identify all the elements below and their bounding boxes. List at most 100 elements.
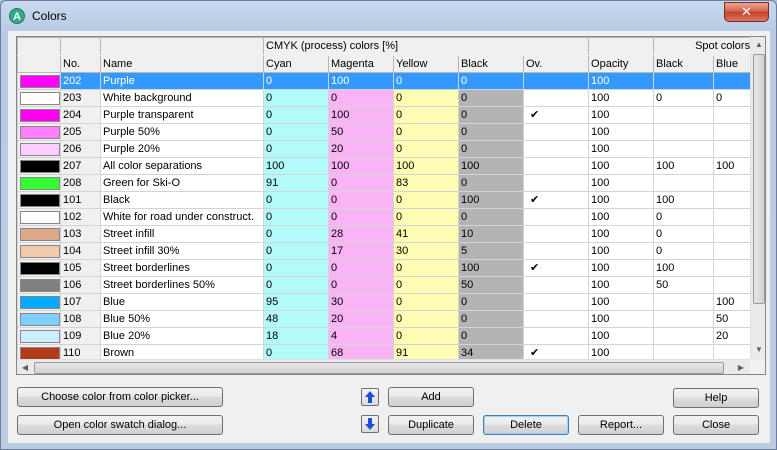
color-name[interactable]: Blue 50% (100, 310, 264, 328)
color-name[interactable]: Green for Ski-O (100, 174, 264, 192)
magenta-value[interactable]: 0 (328, 208, 394, 226)
overprint-check[interactable] (522, 242, 590, 260)
magenta-value[interactable]: 0 (328, 191, 394, 209)
color-name[interactable]: Black (100, 191, 264, 209)
color-swatch-cell[interactable] (17, 310, 61, 328)
horizontal-scroll-thumb[interactable] (34, 362, 724, 374)
row-number[interactable]: 104 (60, 242, 101, 260)
magenta-value[interactable]: 100 (328, 72, 394, 90)
table-row[interactable]: 203 White background 0 0 0 0 100 0 0 (17, 89, 765, 107)
move-up-button[interactable] (361, 388, 379, 406)
black-value[interactable]: 100 (458, 157, 524, 175)
yellow-value[interactable]: 0 (393, 293, 459, 311)
table-row[interactable]: 207 All color separations 100 100 100 100 100 1… (17, 157, 765, 175)
opacity-value[interactable]: 100 (588, 106, 655, 124)
table-row[interactable]: 205 Purple 50% 0 50 0 0 100 (17, 123, 765, 141)
row-number[interactable]: 107 (60, 293, 101, 311)
row-number[interactable]: 101 (60, 191, 101, 209)
color-swatch-cell[interactable] (17, 242, 61, 260)
black-value[interactable]: 100 (458, 259, 524, 277)
cyan-value[interactable]: 0 (263, 72, 329, 90)
row-number[interactable]: 205 (60, 123, 101, 141)
cyan-value[interactable]: 0 (263, 89, 329, 107)
magenta-value[interactable]: 17 (328, 242, 394, 260)
color-name[interactable]: Purple transparent (100, 106, 264, 124)
column-header-name[interactable]: Name (100, 55, 264, 73)
opacity-value[interactable]: 100 (588, 293, 655, 311)
vertical-scrollbar[interactable]: ▲ ▼ (750, 37, 765, 359)
row-number[interactable]: 203 (60, 89, 101, 107)
color-swatch-cell[interactable] (17, 174, 61, 192)
magenta-value[interactable]: 0 (328, 174, 394, 192)
yellow-value[interactable]: 0 (393, 276, 459, 294)
cyan-value[interactable]: 0 (263, 106, 329, 124)
opacity-value[interactable]: 100 (588, 191, 655, 209)
cyan-value[interactable]: 0 (263, 140, 329, 158)
color-swatch-cell[interactable] (17, 225, 61, 243)
overprint-check[interactable] (522, 327, 590, 345)
color-swatch-cell[interactable] (17, 191, 61, 209)
color-swatch-cell[interactable] (17, 72, 61, 90)
spot-black-value[interactable] (653, 174, 715, 192)
color-swatch-cell[interactable] (17, 106, 61, 124)
color-name[interactable]: Street infill 30% (100, 242, 264, 260)
yellow-value[interactable]: 0 (393, 259, 459, 277)
magenta-value[interactable]: 0 (328, 276, 394, 294)
delete-button[interactable]: Delete (483, 415, 569, 435)
yellow-value[interactable]: 0 (393, 106, 459, 124)
black-value[interactable]: 5 (458, 242, 524, 260)
black-value[interactable]: 0 (458, 310, 524, 328)
black-value[interactable]: 0 (458, 327, 524, 345)
scroll-right-icon[interactable]: ▶ (733, 360, 749, 374)
yellow-value[interactable]: 0 (393, 123, 459, 141)
black-value[interactable]: 0 (458, 123, 524, 141)
black-value[interactable]: 0 (458, 106, 524, 124)
color-swatch-cell[interactable] (17, 293, 61, 311)
yellow-value[interactable]: 83 (393, 174, 459, 192)
table-row[interactable]: 105 Street borderlines 0 0 0 100 ✔ 100 100 (17, 259, 765, 277)
overprint-check[interactable] (522, 225, 590, 243)
color-swatch-cell[interactable] (17, 89, 61, 107)
spot-black-value[interactable]: 100 (653, 191, 715, 209)
color-name[interactable]: Purple (100, 72, 264, 90)
table-row[interactable]: 106 Street borderlines 50% 0 0 0 50 100 50 (17, 276, 765, 294)
table-row[interactable]: 102 White for road under construct. 0 0 0 0 10… (17, 208, 765, 226)
opacity-value[interactable]: 100 (588, 276, 655, 294)
cyan-value[interactable]: 0 (263, 225, 329, 243)
spot-black-value[interactable]: 50 (653, 276, 715, 294)
column-header-magenta[interactable]: Magenta (328, 55, 394, 73)
overprint-check[interactable]: ✔ (522, 259, 590, 277)
opacity-value[interactable]: 100 (588, 157, 655, 175)
yellow-value[interactable]: 0 (393, 327, 459, 345)
color-swatch-cell[interactable] (17, 276, 61, 294)
cyan-value[interactable]: 0 (263, 259, 329, 277)
spot-black-value[interactable]: 0 (653, 208, 715, 226)
yellow-value[interactable]: 0 (393, 89, 459, 107)
row-number[interactable]: 202 (60, 72, 101, 90)
magenta-value[interactable]: 100 (328, 106, 394, 124)
spot-black-value[interactable] (653, 106, 715, 124)
yellow-value[interactable]: 0 (393, 72, 459, 90)
color-name[interactable]: Purple 50% (100, 123, 264, 141)
overprint-check[interactable] (522, 174, 590, 192)
black-value[interactable]: 0 (458, 174, 524, 192)
overprint-check[interactable] (522, 157, 590, 175)
opacity-value[interactable]: 100 (588, 242, 655, 260)
color-name[interactable]: Street infill (100, 225, 264, 243)
yellow-value[interactable]: 30 (393, 242, 459, 260)
row-number[interactable]: 108 (60, 310, 101, 328)
overprint-check[interactable] (522, 140, 590, 158)
cyan-value[interactable]: 0 (263, 191, 329, 209)
color-name[interactable]: Street borderlines (100, 259, 264, 277)
yellow-value[interactable]: 0 (393, 191, 459, 209)
black-value[interactable]: 0 (458, 89, 524, 107)
spot-black-value[interactable]: 0 (653, 242, 715, 260)
color-swatch-cell[interactable] (17, 259, 61, 277)
window-close-button[interactable]: ✕ (724, 2, 769, 22)
black-value[interactable]: 10 (458, 225, 524, 243)
spot-black-value[interactable]: 0 (653, 225, 715, 243)
cyan-value[interactable]: 18 (263, 327, 329, 345)
cyan-value[interactable]: 91 (263, 174, 329, 192)
table-row[interactable]: 202 Purple 0 100 0 0 100 (17, 72, 765, 90)
row-number[interactable]: 103 (60, 225, 101, 243)
